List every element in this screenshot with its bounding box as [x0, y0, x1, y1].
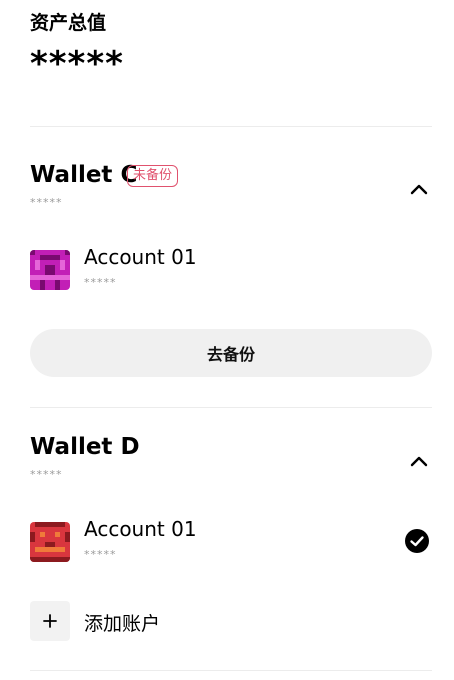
divider — [30, 126, 432, 127]
total-assets-label: 资产总值 — [30, 12, 107, 34]
account-name: Account 01 — [84, 245, 197, 269]
divider — [30, 407, 432, 408]
wallet-balance: ***** — [30, 196, 63, 209]
add-account-button[interactable] — [30, 601, 70, 641]
avatar — [30, 522, 70, 562]
wallet-name: Wallet C — [30, 162, 138, 188]
account-name: Account 01 — [84, 517, 197, 541]
backup-button[interactable]: 去备份 — [30, 329, 432, 377]
chevron-up-icon — [410, 184, 428, 195]
total-assets-value: ***** — [30, 44, 124, 84]
collapse-button[interactable] — [408, 178, 430, 200]
wallet-balance: ***** — [30, 468, 63, 481]
account-balance: ***** — [84, 276, 117, 289]
plus-icon — [43, 614, 57, 628]
wallet-name: Wallet D — [30, 434, 140, 460]
add-account-label: 添加账户 — [84, 613, 161, 635]
chevron-up-icon — [410, 456, 428, 467]
divider — [30, 670, 432, 671]
account-balance: ***** — [84, 548, 117, 561]
collapse-button[interactable] — [408, 450, 430, 472]
check-circle-icon — [405, 529, 429, 553]
not-backed-up-badge: 未备份 — [127, 165, 179, 187]
avatar — [30, 250, 70, 290]
